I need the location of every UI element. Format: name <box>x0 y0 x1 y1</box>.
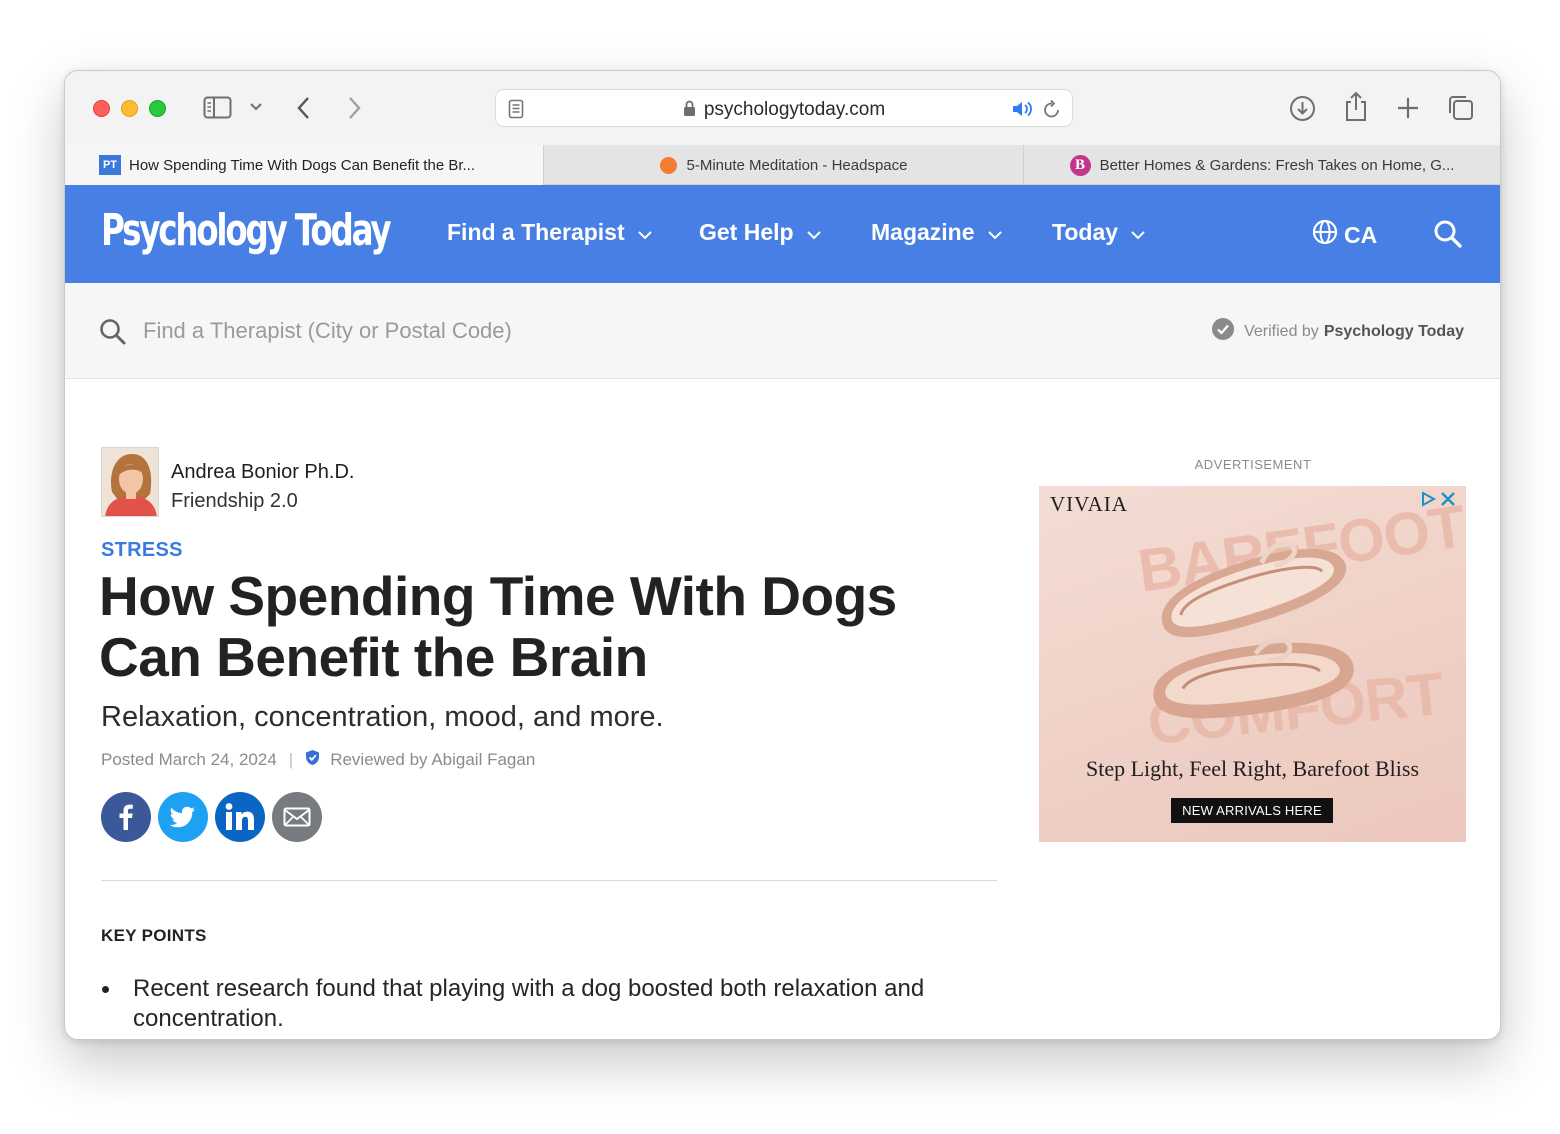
region-selector[interactable]: CA <box>1312 219 1377 251</box>
key-points-list: Recent research found that playing with … <box>101 974 1001 1034</box>
nav-label: Get Help <box>699 219 794 245</box>
envelope-icon <box>283 807 311 827</box>
ad-cta-button[interactable]: NEW ARRIVALS HERE <box>1171 798 1333 823</box>
browser-toolbar: psychologytoday.com <box>65 71 1500 145</box>
share-icon[interactable] <box>1343 91 1369 123</box>
meta-separator: | <box>288 750 294 769</box>
search-icon <box>99 318 127 351</box>
sidebar-toggle-icon[interactable] <box>203 95 233 121</box>
check-circle-icon <box>1211 317 1244 346</box>
content-divider <box>101 880 997 881</box>
linkedin-icon <box>225 803 254 830</box>
ad-brand: VIVAIA <box>1050 492 1128 516</box>
share-facebook-button[interactable] <box>101 792 151 842</box>
headspace-favicon-icon <box>659 156 677 174</box>
nav-today[interactable]: Today <box>1052 219 1146 246</box>
speaker-icon[interactable] <box>1011 99 1033 124</box>
download-icon[interactable] <box>1289 95 1316 122</box>
chevron-down-icon <box>806 219 822 246</box>
address-bar[interactable]: psychologytoday.com <box>495 89 1073 127</box>
site-search-button[interactable] <box>1433 219 1463 254</box>
tab-title: Better Homes & Gardens: Fresh Takes on H… <box>1099 156 1455 174</box>
back-icon[interactable] <box>295 96 313 120</box>
chevron-down-icon[interactable] <box>249 101 263 113</box>
close-window-button[interactable] <box>93 100 110 117</box>
nav-label: Magazine <box>871 219 975 245</box>
article-subtitle: Relaxation, concentration, mood, and mor… <box>101 701 664 733</box>
facebook-icon <box>119 804 133 830</box>
browser-window: psychologytoday.com PT How Spending Time… <box>64 70 1501 1040</box>
nav-get-help[interactable]: Get Help <box>699 219 822 246</box>
nav-magazine[interactable]: Magazine <box>871 219 1003 246</box>
chevron-down-icon <box>1130 219 1146 246</box>
tab-psychology-today[interactable]: PT How Spending Time With Dogs Can Benef… <box>65 145 543 185</box>
search-icon <box>1434 220 1462 248</box>
nav-label: Today <box>1052 219 1119 245</box>
article-category[interactable]: STRESS <box>101 539 183 562</box>
author-blog[interactable]: Friendship 2.0 <box>171 490 354 513</box>
zoom-window-button[interactable] <box>149 100 166 117</box>
author-block: Andrea Bonior Ph.D. Friendship 2.0 <box>171 461 354 513</box>
key-point-item: Recent research found that playing with … <box>101 974 1001 1034</box>
site-logo[interactable]: Psychology Today <box>101 205 392 256</box>
ad-shoes-image <box>1153 541 1354 719</box>
article-meta: Posted March 24, 2024 | Reviewed by Abig… <box>101 749 535 771</box>
lock-icon <box>683 100 696 123</box>
key-points-heading: KEY POINTS <box>101 926 207 945</box>
tab-overview-icon[interactable] <box>1447 94 1475 122</box>
tab-title: How Spending Time With Dogs Can Benefit … <box>129 156 476 174</box>
posted-date: Posted March 24, 2024 <box>101 750 277 769</box>
author-name[interactable]: Andrea Bonior Ph.D. <box>171 461 354 484</box>
nav-label: Find a Therapist <box>447 219 625 245</box>
region-label: CA <box>1344 221 1378 248</box>
nav-find-therapist[interactable]: Find a Therapist <box>447 219 653 246</box>
tab-title: 5-Minute Meditation - Headspace <box>686 156 908 174</box>
verified-badge: Verified by Psychology Today <box>1211 317 1464 346</box>
url-text: psychologytoday.com <box>496 99 1072 123</box>
verified-brand: Psychology Today <box>1323 322 1464 340</box>
therapist-search-bar: Verified by Psychology Today <box>65 283 1500 379</box>
new-tab-icon[interactable] <box>1395 95 1421 121</box>
advertisement[interactable]: VIVAIA BAREFOOT COMFORT Step Light, Feel… <box>1039 486 1466 842</box>
share-twitter-button[interactable] <box>158 792 208 842</box>
globe-icon <box>1312 219 1344 251</box>
shield-check-icon <box>305 749 330 771</box>
article-headline: How Spending Time With Dogs Can Benefit … <box>99 565 897 688</box>
ad-label: ADVERTISEMENT <box>1194 457 1312 472</box>
forward-icon[interactable] <box>345 96 363 120</box>
chevron-down-icon <box>637 219 653 246</box>
tab-bar: PT How Spending Time With Dogs Can Benef… <box>65 145 1500 185</box>
tab-better-homes[interactable]: B Better Homes & Gardens: Fresh Takes on… <box>1023 145 1500 185</box>
tab-headspace[interactable]: 5-Minute Meditation - Headspace <box>543 145 1023 185</box>
site-header: Psychology Today Find a Therapist Get He… <box>65 185 1500 283</box>
reviewed-by[interactable]: Reviewed by Abigail Fagan <box>330 750 535 770</box>
chevron-down-icon <box>987 219 1003 246</box>
twitter-icon <box>169 806 195 828</box>
url-label: psychologytoday.com <box>703 99 886 120</box>
bhg-favicon-icon: B <box>1069 154 1091 176</box>
share-linkedin-button[interactable] <box>215 792 265 842</box>
therapist-search-input[interactable] <box>143 315 523 347</box>
verified-prefix: Verified by <box>1244 322 1319 340</box>
minimize-window-button[interactable] <box>121 100 138 117</box>
ad-tagline: Step Light, Feel Right, Barefoot Bliss <box>1085 756 1420 781</box>
pt-favicon-icon: PT <box>99 155 121 175</box>
share-email-button[interactable] <box>272 792 322 842</box>
reload-icon[interactable] <box>1043 99 1061 124</box>
author-avatar[interactable] <box>101 447 159 517</box>
